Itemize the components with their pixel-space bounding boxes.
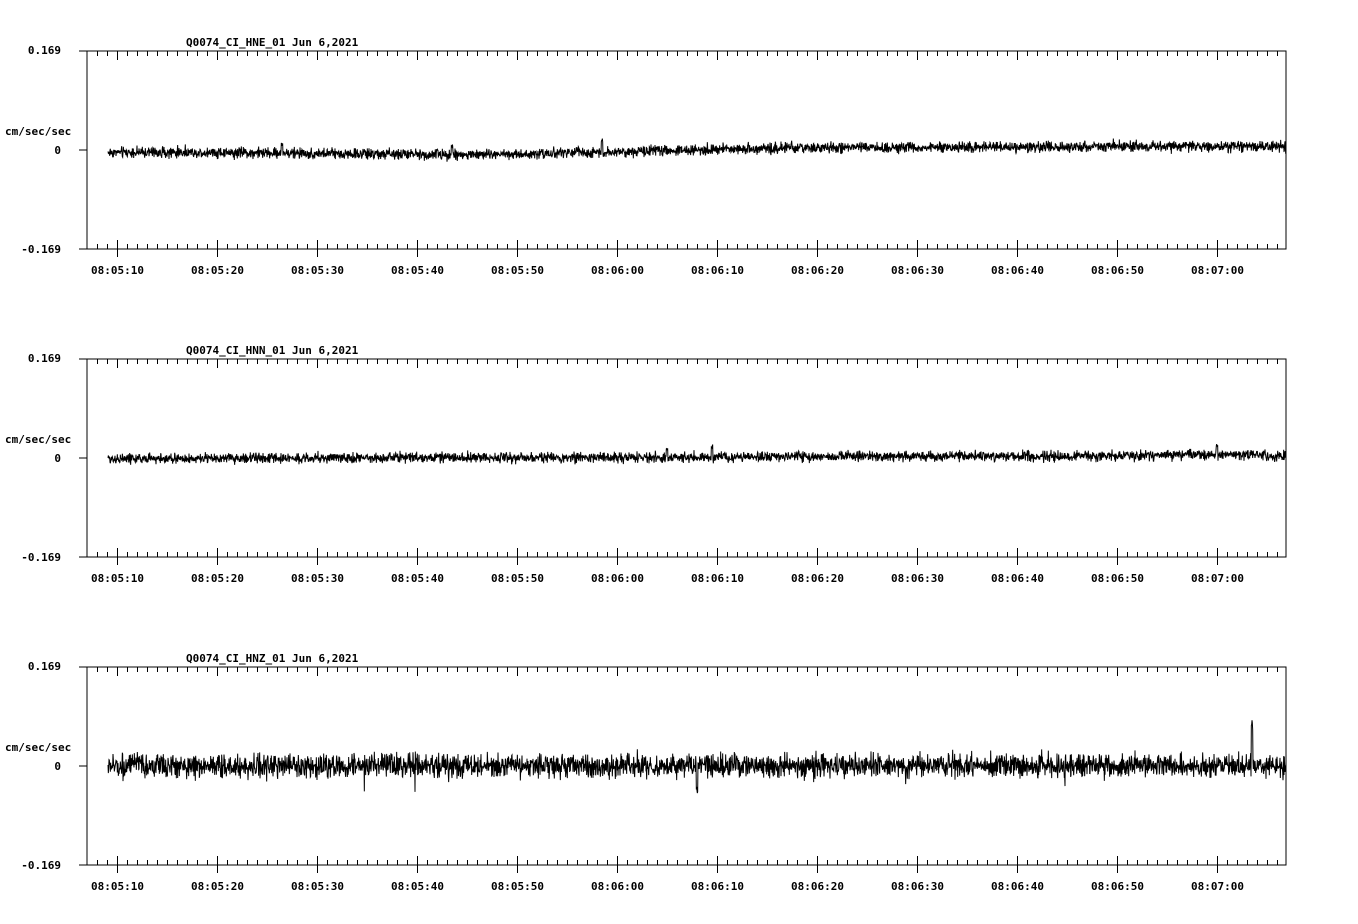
- x-tick-label: 08:05:40: [391, 264, 444, 277]
- panel-title: Q0074_CI_HNE_01 Jun 6,2021: [186, 36, 359, 49]
- x-tick-label: 08:05:10: [91, 572, 144, 585]
- x-tick-label: 08:06:50: [1091, 264, 1144, 277]
- panel-1: Q0074_CI_HNE_01 Jun 6,2021 cm/sec/sec 0.16…: [5, 36, 1287, 277]
- x-tick-label: 08:05:40: [391, 572, 444, 585]
- x-tick-label: 08:06:00: [591, 264, 644, 277]
- waveform-trace: [107, 138, 1287, 162]
- x-tick-label: 08:06:20: [791, 880, 844, 893]
- x-tick-label: 08:06:10: [691, 572, 744, 585]
- y-tick-label: -0.169: [21, 551, 61, 564]
- y-tick-label: 0: [54, 452, 61, 465]
- y-tick-label: -0.169: [21, 859, 61, 872]
- x-tick-label: 08:07:00: [1191, 880, 1244, 893]
- seismogram-figure: Q0074_CI_HNE_01 Jun 6,2021 cm/sec/sec 0.16…: [5, 36, 1287, 893]
- y-axis-label: cm/sec/sec: [5, 741, 71, 754]
- x-tick-label: 08:06:00: [591, 572, 644, 585]
- y-tick-label: 0: [54, 760, 61, 773]
- y-tick-label: 0.169: [28, 352, 61, 365]
- panel-2: Q0074_CI_HNN_01 Jun 6,2021 cm/sec/sec 0.16…: [5, 344, 1287, 585]
- y-tick-label: -0.169: [21, 243, 61, 256]
- x-tick-label: 08:06:30: [891, 880, 944, 893]
- panel-title: Q0074_CI_HNZ_01 Jun 6,2021: [186, 652, 359, 665]
- x-tick-label: 08:06:20: [791, 264, 844, 277]
- x-tick-label: 08:07:00: [1191, 572, 1244, 585]
- y-axis-label: cm/sec/sec: [5, 433, 71, 446]
- x-tick-label: 08:06:20: [791, 572, 844, 585]
- x-tick-label: 08:06:30: [891, 264, 944, 277]
- x-tick-label: 08:05:50: [491, 572, 544, 585]
- y-axis-label: cm/sec/sec: [5, 125, 71, 138]
- waveform-trace: [107, 720, 1287, 794]
- x-tick-label: 08:06:50: [1091, 572, 1144, 585]
- panel-3: Q0074_CI_HNZ_01 Jun 6,2021 cm/sec/sec 0.16…: [5, 652, 1287, 893]
- x-tick-label: 08:05:20: [191, 264, 244, 277]
- x-tick-label: 08:05:30: [291, 572, 344, 585]
- x-tick-label: 08:05:10: [91, 880, 144, 893]
- x-tick-label: 08:05:30: [291, 264, 344, 277]
- x-tick-label: 08:06:10: [691, 264, 744, 277]
- x-tick-label: 08:05:40: [391, 880, 444, 893]
- x-tick-label: 08:06:50: [1091, 880, 1144, 893]
- y-tick-label: 0.169: [28, 660, 61, 673]
- x-tick-label: 08:05:20: [191, 572, 244, 585]
- x-tick-label: 08:05:30: [291, 880, 344, 893]
- x-tick-label: 08:07:00: [1191, 264, 1244, 277]
- x-tick-label: 08:06:30: [891, 572, 944, 585]
- x-tick-label: 08:05:50: [491, 264, 544, 277]
- y-tick-label: 0: [54, 144, 61, 157]
- x-tick-label: 08:05:10: [91, 264, 144, 277]
- waveform-trace: [107, 443, 1287, 465]
- x-tick-label: 08:06:40: [991, 880, 1044, 893]
- x-tick-label: 08:06:00: [591, 880, 644, 893]
- x-tick-label: 08:06:40: [991, 572, 1044, 585]
- x-tick-label: 08:05:20: [191, 880, 244, 893]
- panel-title: Q0074_CI_HNN_01 Jun 6,2021: [186, 344, 359, 357]
- x-tick-label: 08:06:40: [991, 264, 1044, 277]
- x-tick-label: 08:05:50: [491, 880, 544, 893]
- x-tick-label: 08:06:10: [691, 880, 744, 893]
- y-tick-label: 0.169: [28, 44, 61, 57]
